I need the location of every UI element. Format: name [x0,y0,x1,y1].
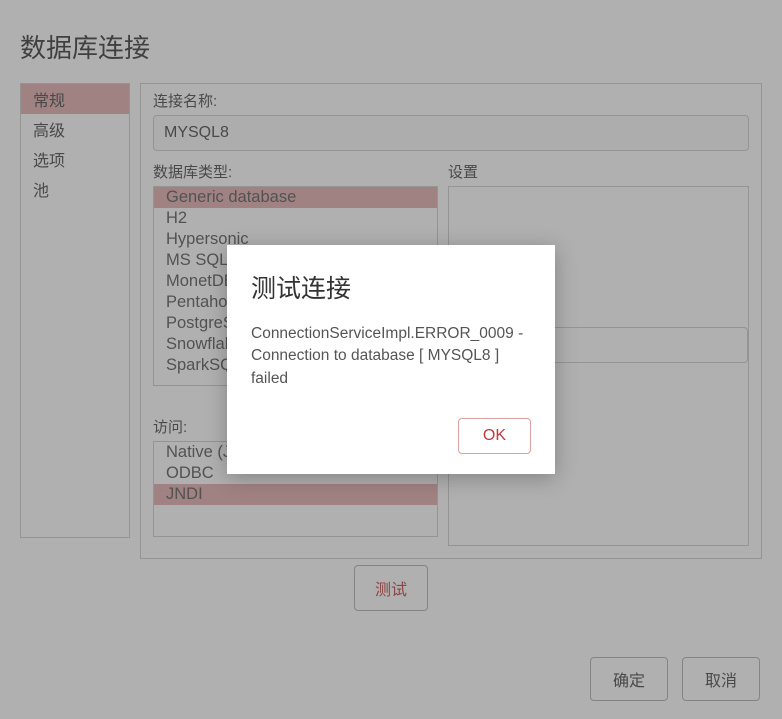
modal-title: 测试连接 [251,269,531,305]
modal-overlay: 测试连接 ConnectionServiceImpl.ERROR_0009 - … [0,0,782,719]
modal-ok-button[interactable]: OK [458,418,531,454]
modal-body: ConnectionServiceImpl.ERROR_0009 - Conne… [251,323,531,390]
modal-actions: OK [251,418,531,454]
test-connection-modal: 测试连接 ConnectionServiceImpl.ERROR_0009 - … [227,245,555,474]
